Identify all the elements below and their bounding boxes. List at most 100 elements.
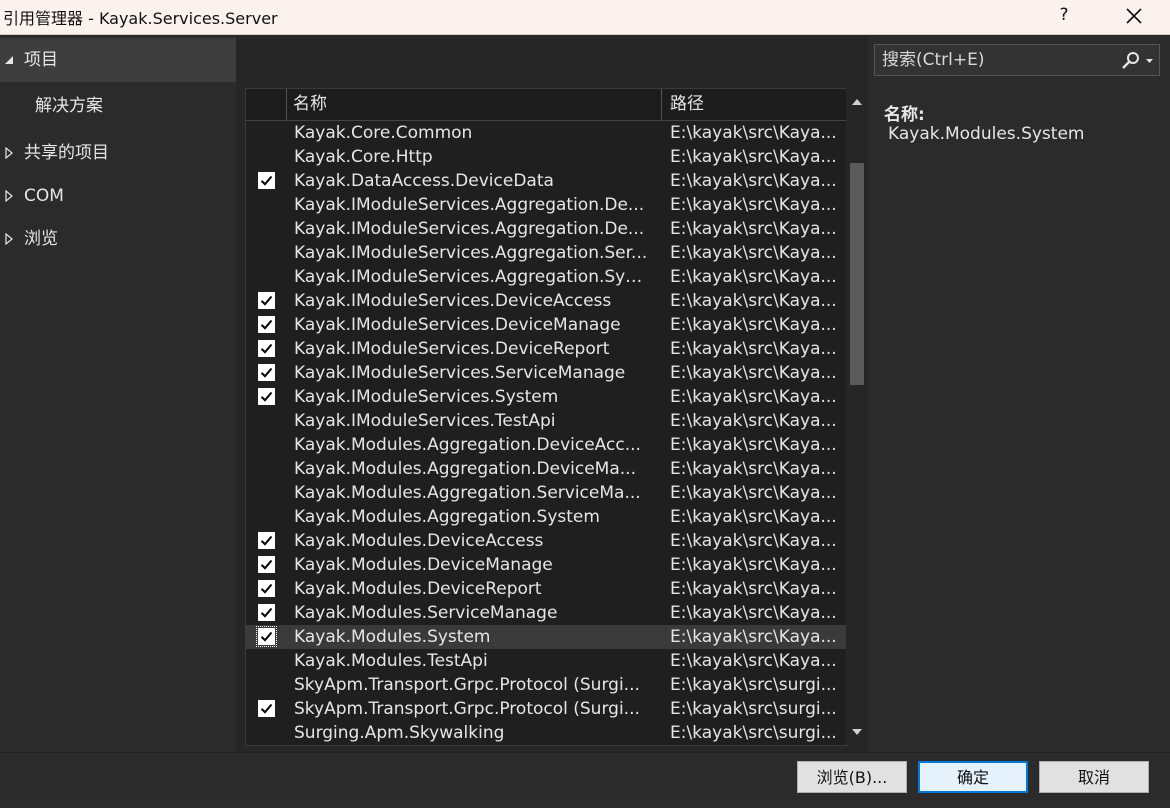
row-name: Surging.Apm.Skywalking	[294, 723, 505, 743]
checkmark-icon	[260, 559, 273, 570]
row-checkbox[interactable]	[258, 724, 275, 741]
checkmark-icon	[260, 703, 273, 714]
list-row[interactable]: Kayak.IModuleServices.Aggregation.Sys...…	[246, 265, 847, 289]
row-name: Kayak.DataAccess.DeviceData	[294, 171, 554, 191]
triangle-up-icon	[852, 99, 862, 105]
list-row[interactable]: Kayak.Modules.TestApi E:\kayak\src\Kaya..…	[246, 649, 847, 673]
list-row[interactable]: Kayak.Core.Http E:\kayak\src\Kaya...	[246, 145, 847, 169]
search-button[interactable]	[1119, 51, 1157, 71]
column-header-path[interactable]: 路径	[661, 89, 847, 120]
list-row[interactable]: Kayak.IModuleServices.System E:\kayak\src…	[246, 385, 847, 409]
row-checkbox[interactable]	[258, 436, 275, 453]
search-icon	[1122, 52, 1153, 69]
row-name: Kayak.Modules.System	[294, 627, 491, 647]
row-name: Kayak.Modules.DeviceManage	[294, 555, 553, 575]
row-checkbox[interactable]	[258, 700, 275, 717]
list-row[interactable]: SkyApm.Transport.Grpc.Protocol (Surgi...…	[246, 697, 847, 721]
list-header: 名称 路径	[246, 89, 847, 121]
list-row[interactable]: Kayak.IModuleServices.ServiceManage E:\ka…	[246, 361, 847, 385]
row-checkbox[interactable]	[258, 364, 275, 381]
list-row[interactable]: Kayak.Modules.Aggregation.DeviceAcc... E:…	[246, 433, 847, 457]
row-path: E:\kayak\src\Kaya...	[670, 651, 837, 671]
column-header-name[interactable]: 名称	[286, 89, 661, 120]
checkmark-icon	[260, 391, 273, 402]
nav-item-label: 解决方案	[35, 96, 103, 116]
row-path: E:\kayak\src\Kaya...	[670, 219, 837, 239]
list-row[interactable]: Kayak.IModuleServices.Aggregation.De... E…	[246, 217, 847, 241]
row-checkbox[interactable]	[258, 388, 275, 405]
list-row[interactable]: Kayak.IModuleServices.DeviceAccess E:\kay…	[246, 289, 847, 313]
list-row[interactable]: Kayak.Modules.DeviceAccess E:\kayak\src\K…	[246, 529, 847, 553]
row-checkbox[interactable]	[258, 148, 275, 165]
row-path: E:\kayak\src\surgi...	[670, 675, 837, 695]
nav-item-com[interactable]: COM	[0, 174, 236, 218]
row-checkbox[interactable]	[256, 626, 277, 647]
row-checkbox[interactable]	[258, 340, 275, 357]
row-name: Kayak.Modules.Aggregation.DeviceAcc...	[294, 435, 641, 455]
row-checkbox[interactable]	[258, 580, 275, 597]
close-button[interactable]	[1115, 0, 1151, 34]
list-row[interactable]: Kayak.IModuleServices.Aggregation.Ser...…	[246, 241, 847, 265]
row-checkbox[interactable]	[258, 316, 275, 333]
row-path: E:\kayak\src\Kaya...	[670, 627, 837, 647]
category-panel: 项目 解决方案 共享的项目 COM 浏览	[0, 36, 236, 752]
scroll-up-button[interactable]	[850, 94, 864, 108]
list-row[interactable]: Kayak.Core.Common E:\kayak\src\Kaya...	[246, 121, 847, 145]
list-row[interactable]: Kayak.Modules.Aggregation.DeviceMa... E:\…	[246, 457, 847, 481]
cancel-button[interactable]: 取消	[1039, 761, 1149, 793]
nav-item-browse[interactable]: 浏览	[0, 217, 236, 261]
row-checkbox[interactable]	[258, 604, 275, 621]
browse-button[interactable]: 浏览(B)...	[797, 761, 907, 793]
row-checkbox[interactable]	[258, 412, 275, 429]
scroll-down-button[interactable]	[850, 724, 864, 738]
row-checkbox[interactable]	[258, 556, 275, 573]
reference-list[interactable]: 名称 路径 Kayak.Core.Common E:\kayak\src\Kaya…	[245, 88, 848, 746]
row-checkbox[interactable]	[258, 460, 275, 477]
list-row[interactable]: Kayak.Modules.ServiceManage E:\kayak\src\…	[246, 601, 847, 625]
row-checkbox[interactable]	[258, 172, 275, 189]
list-row[interactable]: Kayak.Modules.Aggregation.System E:\kayak…	[246, 505, 847, 529]
nav-item-solution[interactable]: 解决方案	[0, 84, 236, 128]
list-row[interactable]: Kayak.Modules.DeviceManage E:\kayak\src\K…	[246, 553, 847, 577]
list-row[interactable]: Kayak.IModuleServices.TestApi E:\kayak\sr…	[246, 409, 847, 433]
list-row[interactable]: Kayak.DataAccess.DeviceData E:\kayak\src\…	[246, 169, 847, 193]
nav-item-shared-projects[interactable]: 共享的项目	[0, 131, 236, 175]
row-checkbox[interactable]	[258, 676, 275, 693]
row-checkbox[interactable]	[258, 196, 275, 213]
list-row[interactable]: Kayak.Modules.DeviceReport E:\kayak\src\K…	[246, 577, 847, 601]
row-checkbox[interactable]	[258, 652, 275, 669]
row-name: Kayak.IModuleServices.DeviceManage	[294, 315, 621, 335]
row-checkbox[interactable]	[258, 124, 275, 141]
list-row[interactable]: Kayak.Modules.System E:\kayak\src\Kaya...	[246, 625, 847, 649]
checkmark-icon	[260, 319, 273, 330]
row-checkbox[interactable]	[258, 508, 275, 525]
close-icon	[1126, 8, 1142, 24]
checkmark-icon	[260, 175, 273, 186]
row-checkbox[interactable]	[258, 244, 275, 261]
help-button[interactable]: ?	[1050, 0, 1078, 34]
title-bar: 引用管理器 - Kayak.Services.Server ?	[0, 0, 1170, 35]
row-checkbox[interactable]	[258, 292, 275, 309]
row-name: Kayak.IModuleServices.ServiceManage	[294, 363, 626, 383]
row-checkbox[interactable]	[258, 532, 275, 549]
list-row[interactable]: Kayak.Modules.Aggregation.ServiceMa... E:…	[246, 481, 847, 505]
list-row[interactable]: Kayak.IModuleServices.DeviceReport E:\kay…	[246, 337, 847, 361]
nav-item-projects[interactable]: 项目	[0, 38, 236, 82]
row-name: SkyApm.Transport.Grpc.Protocol (Surgi...	[294, 675, 640, 695]
ok-button[interactable]: 确定	[918, 761, 1028, 793]
list-row[interactable]: Kayak.IModuleServices.Aggregation.De... E…	[246, 193, 847, 217]
row-checkbox[interactable]	[258, 484, 275, 501]
list-rows: Kayak.Core.Common E:\kayak\src\Kaya... Kay…	[246, 121, 847, 745]
list-row[interactable]: Surging.Apm.Skywalking E:\kayak\src\surgi…	[246, 721, 847, 745]
row-checkbox[interactable]	[258, 268, 275, 285]
scroll-thumb[interactable]	[850, 163, 864, 385]
row-name: Kayak.IModuleServices.Aggregation.De...	[294, 195, 645, 215]
row-name: Kayak.Modules.ServiceManage	[294, 603, 558, 623]
row-path: E:\kayak\src\Kaya...	[670, 243, 837, 263]
row-checkbox[interactable]	[258, 220, 275, 237]
vertical-scrollbar[interactable]	[846, 88, 868, 744]
list-row[interactable]: Kayak.IModuleServices.DeviceManage E:\kay…	[246, 313, 847, 337]
row-name: Kayak.Modules.Aggregation.DeviceMa...	[294, 459, 636, 479]
search-input[interactable]	[875, 45, 1111, 75]
list-row[interactable]: SkyApm.Transport.Grpc.Protocol (Surgi...…	[246, 673, 847, 697]
